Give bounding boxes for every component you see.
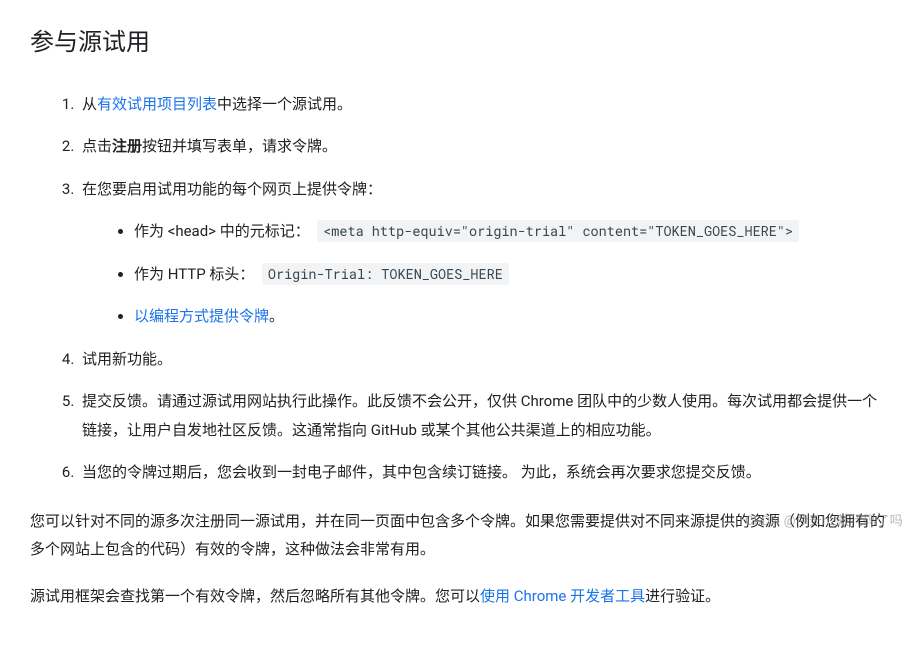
text: 作为 <head> 中的元标记： — [134, 222, 310, 240]
paragraph-validation: 源试用框架会查找第一个有效令牌，然后忽略所有其他令牌。您可以使用 Chrome … — [30, 582, 891, 611]
step-2: 点击注册按钮并填写表单，请求令牌。 — [78, 132, 891, 161]
header-code: Origin-Trial: TOKEN_GOES_HERE — [262, 263, 509, 285]
step-1: 从有效试用项目列表中选择一个源试用。 — [78, 90, 891, 119]
sub-item-programmatic: 以编程方式提供令牌。 — [134, 302, 891, 331]
text: 作为 HTTP 标头： — [134, 265, 254, 283]
step-3: 在您要启用试用功能的每个网页上提供令牌： 作为 <head> 中的元标记： <m… — [78, 175, 891, 331]
step-5: 提交反馈。请通过源试用网站执行此操作。此反馈不会公开，仅供 Chrome 团队中… — [78, 387, 891, 444]
text: 从 — [82, 95, 97, 113]
paragraph-multi-register: 您可以针对不同的源多次注册同一源试用，并在同一页面中包含多个令牌。如果您需要提供… — [30, 507, 891, 564]
register-bold: 注册 — [112, 137, 142, 155]
step-4: 试用新功能。 — [78, 345, 891, 374]
step-6: 当您的令牌过期后，您会收到一封电子邮件，其中包含续订链接。 为此，系统会再次要求… — [78, 458, 891, 487]
text: 点击 — [82, 137, 112, 155]
text: 。 — [269, 307, 284, 325]
steps-list: 从有效试用项目列表中选择一个源试用。 点击注册按钮并填写表单，请求令牌。 在您要… — [30, 90, 891, 487]
text: 按钮并填写表单，请求令牌。 — [142, 137, 337, 155]
programmatic-link[interactable]: 以编程方式提供令牌 — [134, 307, 269, 325]
sub-item-meta: 作为 <head> 中的元标记： <meta http-equiv="origi… — [134, 217, 891, 246]
meta-code: <meta http-equiv="origin-trial" content=… — [317, 220, 799, 242]
sub-list: 作为 <head> 中的元标记： <meta http-equiv="origi… — [82, 217, 891, 331]
valid-trials-link[interactable]: 有效试用项目列表 — [97, 95, 217, 113]
text: 进行验证。 — [645, 587, 720, 605]
text: 中选择一个源试用。 — [217, 95, 352, 113]
text: 源试用框架会查找第一个有效令牌，然后忽略所有其他令牌。您可以 — [30, 587, 480, 605]
sub-item-header: 作为 HTTP 标头： Origin-Trial: TOKEN_GOES_HER… — [134, 260, 891, 289]
text: 在您要启用试用功能的每个网页上提供令牌： — [82, 180, 382, 198]
page-heading: 参与源试用 — [30, 20, 891, 66]
devtools-link[interactable]: 使用 Chrome 开发者工具 — [480, 587, 645, 605]
